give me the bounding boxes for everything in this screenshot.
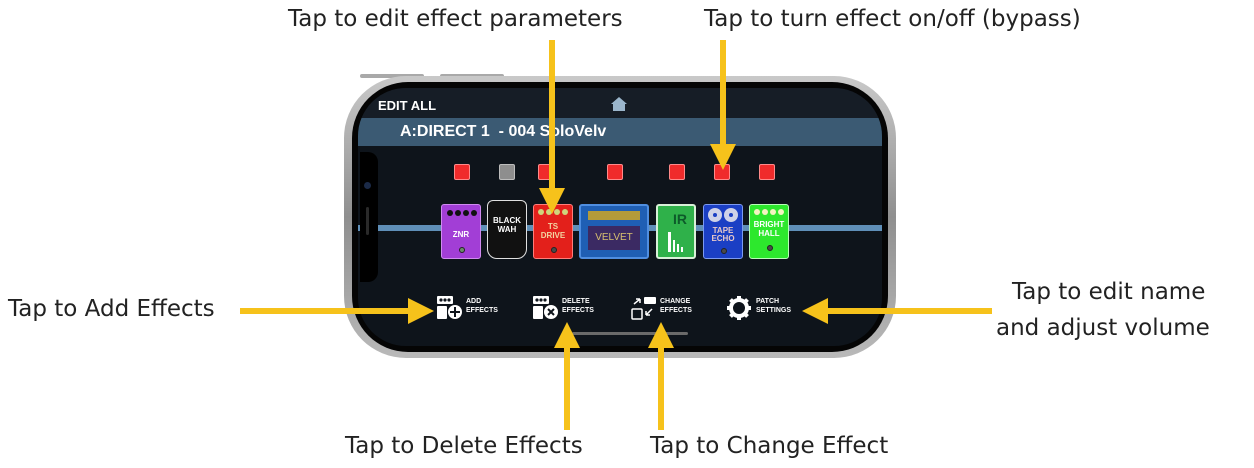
arrowhead-delete-effects <box>554 322 580 348</box>
arrowhead-edit-parameters <box>539 188 565 214</box>
arrowhead-patch-settings <box>802 298 828 324</box>
arrowhead-add-effects <box>408 298 434 324</box>
callout-arrows <box>240 40 992 430</box>
arrowhead-bypass <box>710 144 736 170</box>
arrowhead-change-effect <box>648 322 674 348</box>
